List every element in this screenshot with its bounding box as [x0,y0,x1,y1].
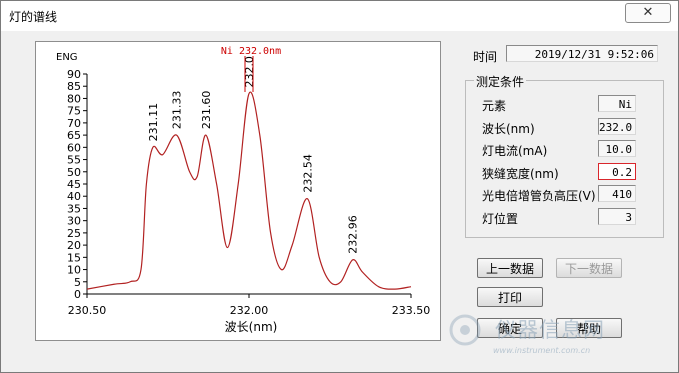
y-tick-label: 5 [74,276,81,289]
lamp-position-label: 灯位置 [482,212,519,226]
y-tick-label: 40 [67,190,81,203]
y-tick-label: 30 [67,215,81,228]
x-tick-label: 232.00 [230,304,269,317]
y-tick-label: 35 [67,202,81,215]
pmt-voltage-label: 光电倍增管负高压(V) [482,189,596,203]
y-tick-label: 10 [67,264,81,277]
element-label: 元素 [482,99,507,113]
conditions-title: 测定条件 [474,73,527,90]
lamp-position-value: 3 [598,208,636,225]
lamp-spectrum-dialog: 灯的谱线 ✕ ENG 波长(nm) Ni 232.0nm 0 5 10 15 20 25 3… [0,0,679,373]
y-tick-label: 90 [67,68,81,81]
spectrum-series-line [86,91,412,290]
peak-label: 231.11 [147,103,160,142]
y-tick-label: 25 [67,227,81,240]
wavelength-label: 波长(nm) [482,122,535,136]
peak-label: 231.60 [200,91,213,130]
y-tick-label: 50 [67,166,81,179]
y-tick-label: 45 [67,178,81,191]
lamp-current-label: 灯电流(mA) [482,144,548,158]
time-value: 2019/12/31 9:52:06 [506,45,658,62]
x-tick-label: 230.50 [68,304,107,317]
window-title: 灯的谱线 [9,10,58,24]
print-button[interactable]: 打印 [477,287,543,307]
close-icon: ✕ [642,5,654,20]
spectrum-chart-svg: ENG 波长(nm) Ni 232.0nm 051015202530354045… [56,46,431,334]
peak-label: 232.96 [347,215,360,254]
x-tick-label: 233.50 [392,304,431,317]
y-tick-label: 80 [67,92,81,105]
y-tick-label: 60 [67,141,81,154]
chart-title: Ni 232.0nm [221,46,281,57]
y-tick-label: 20 [67,239,81,252]
wavelength-value: 232.0 [598,118,636,135]
next-data-button[interactable]: 下一数据 [556,258,622,278]
title-bar: 灯的谱线 ✕ [1,1,678,31]
slit-width-value: 0.2 [598,163,636,180]
y-tick-label: 85 [67,80,81,93]
y-tick-label: 65 [67,129,81,142]
element-value: Ni [598,95,636,112]
x-axis-label: 波长(nm) [225,320,278,334]
y-axis-label: ENG [56,52,78,63]
prev-data-button[interactable]: 上一数据 [477,258,543,278]
y-tick-label: 55 [67,154,81,167]
y-tick-label: 70 [67,117,81,130]
spectrum-chart: ENG 波长(nm) Ni 232.0nm 0 5 10 15 20 25 30 35 40 45… [35,41,441,341]
peak-label: 232.54 [301,154,314,193]
close-button[interactable]: ✕ [625,3,671,23]
peak-label: 231.33 [171,91,184,130]
y-tick-label: 15 [67,251,81,264]
slit-width-label: 狭缝宽度(nm) [482,167,559,181]
y-tick-label: 75 [67,105,81,118]
time-label: 时间 [473,50,498,64]
watermark-url: www.instrument.com.cn [493,346,591,355]
watermark-text: 仪器信息网 [495,318,605,342]
lamp-current-value: 10.0 [598,140,636,157]
y-tick-label: 0 [74,288,81,301]
pmt-voltage-value: 410 [598,185,636,202]
